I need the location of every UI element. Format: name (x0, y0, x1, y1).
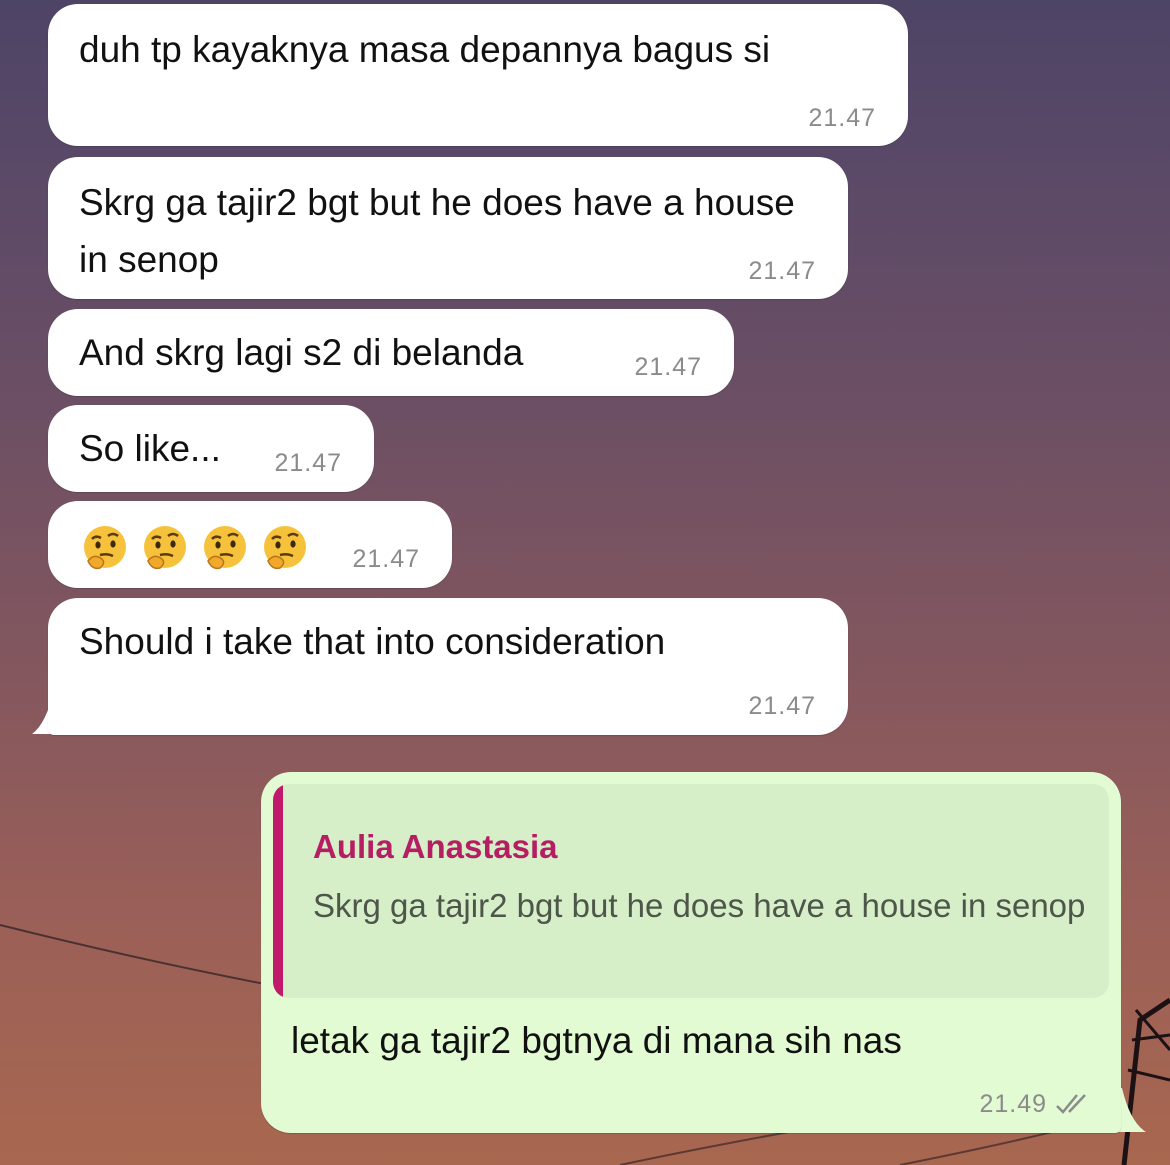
message-time: 21.47 (274, 449, 342, 477)
incoming-message[interactable]: So like... 21.47 (48, 405, 374, 492)
message-text: Should i take that into consideration (79, 621, 666, 662)
quote-accent-bar (273, 784, 283, 998)
message-time: 21.47 (748, 692, 816, 720)
message-text: duh tp kayaknya masa depannya bagus si (79, 29, 771, 70)
message-time: 21.47 (352, 545, 420, 573)
incoming-message[interactable]: And skrg lagi s2 di belanda 21.47 (48, 309, 734, 396)
message-text: Skrg ga tajir2 bgt but he does have a ho… (79, 182, 795, 280)
quoted-text: Skrg ga tajir2 bgt but he does have a ho… (313, 887, 1086, 924)
message-text: And skrg lagi s2 di belanda (79, 332, 524, 373)
thinking-face-icon (204, 526, 246, 570)
quoted-sender-name: Aulia Anastasia (313, 828, 558, 865)
emoji-row (80, 523, 310, 573)
thinking-face-icon (84, 526, 126, 570)
incoming-message[interactable]: Skrg ga tajir2 bgt but he does have a ho… (48, 157, 848, 299)
message-text: letak ga tajir2 bgtnya di mana sih nas (291, 1020, 902, 1061)
incoming-message[interactable]: Should i take that into consideration 21… (48, 598, 848, 735)
incoming-message[interactable]: duh tp kayaknya masa depannya bagus si 2… (48, 4, 908, 146)
outgoing-reply-message[interactable]: Aulia Anastasia Skrg ga tajir2 bgt but h… (261, 772, 1121, 1133)
double-check-read-icon (1056, 1094, 1086, 1114)
message-time: 21.47 (808, 104, 876, 132)
message-text: So like... (79, 428, 221, 469)
incoming-emoji-message[interactable]: 21.47 (48, 501, 452, 588)
message-time: 21.47 (634, 353, 702, 381)
thinking-face-icon (144, 526, 186, 570)
thinking-face-icon (264, 526, 306, 570)
quoted-message[interactable]: Aulia Anastasia Skrg ga tajir2 bgt but h… (273, 784, 1109, 998)
message-time: 21.49 (979, 1090, 1047, 1118)
message-time: 21.47 (748, 257, 816, 285)
